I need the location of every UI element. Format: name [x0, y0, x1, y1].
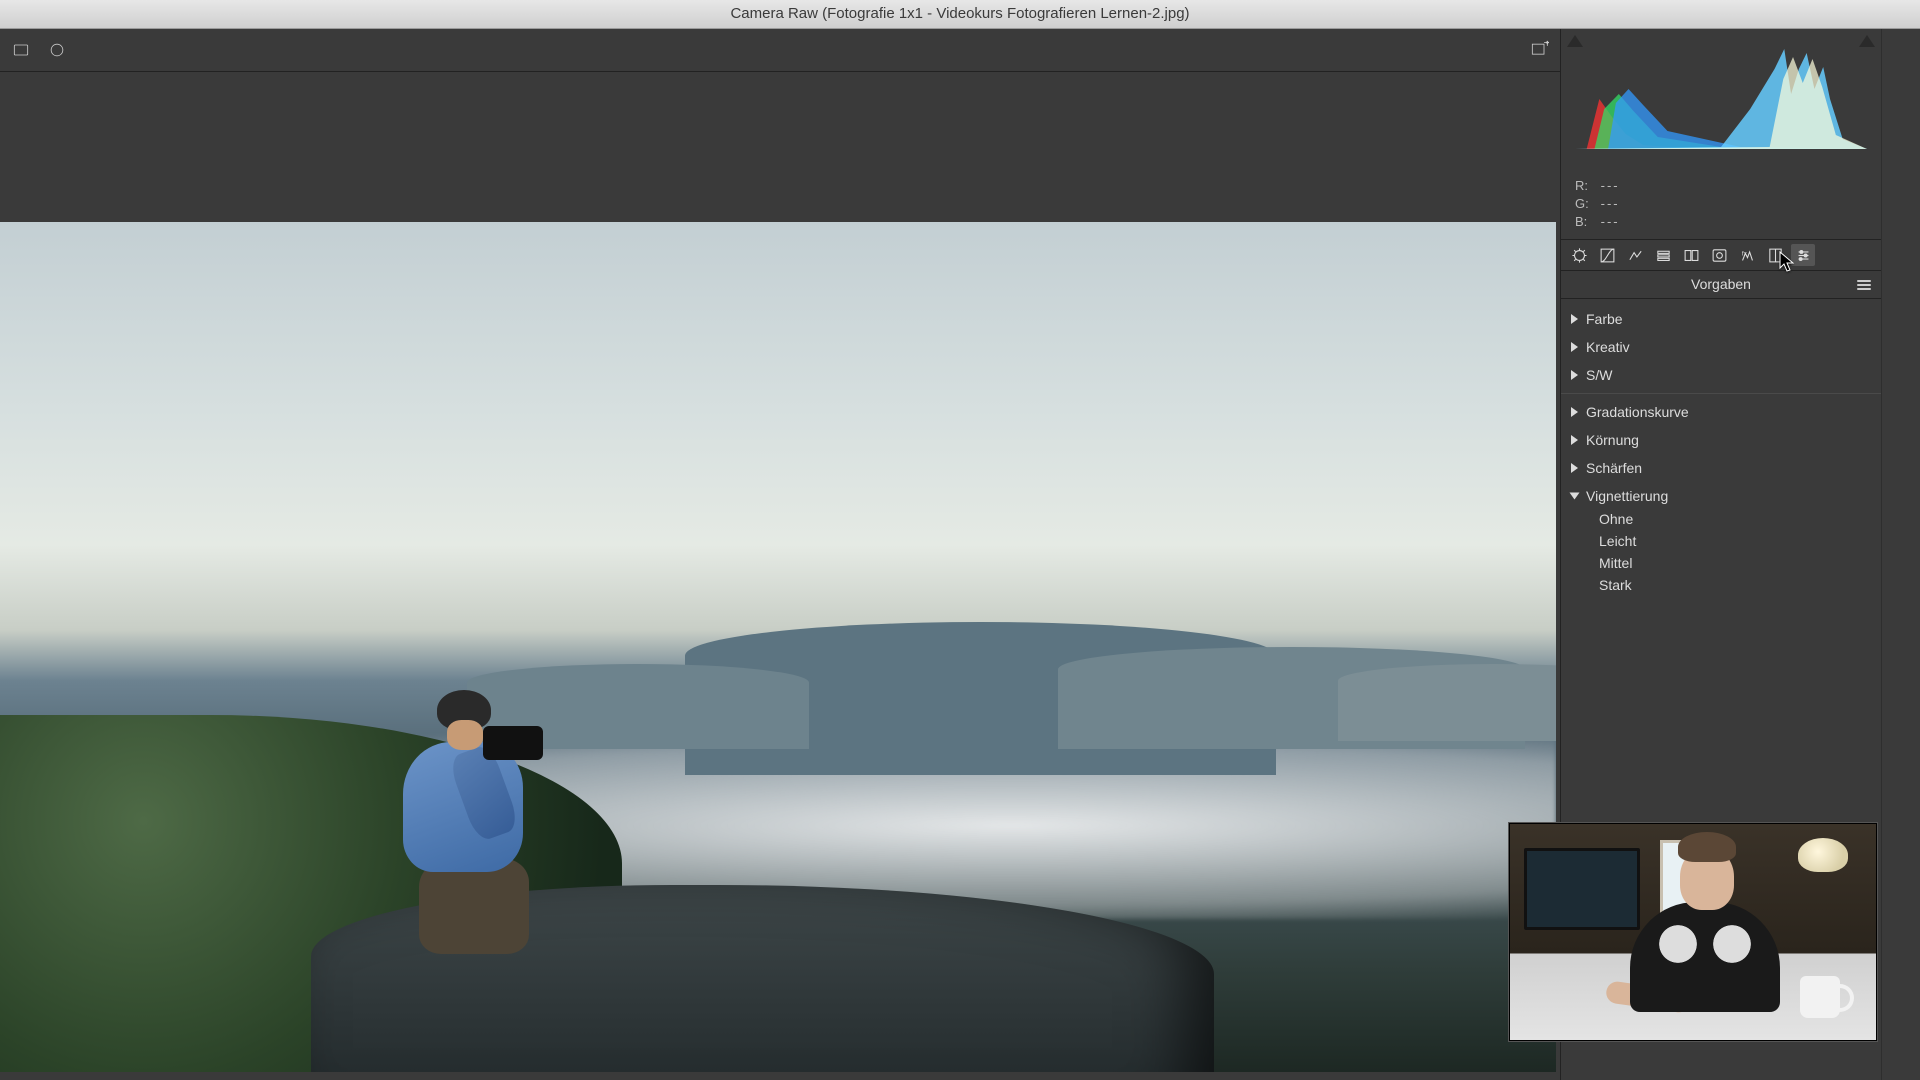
panel-title: Vorgaben — [1691, 276, 1751, 292]
hsl-icon[interactable] — [1651, 244, 1675, 266]
preset-group-header[interactable]: Farbe — [1571, 307, 1871, 331]
preset-group-label: Vignettierung — [1586, 488, 1668, 504]
cycle-view-icon[interactable] — [46, 39, 68, 61]
preset-group-header[interactable]: Gradationskurve — [1571, 400, 1871, 424]
panel-title-bar: Vorgaben — [1561, 271, 1881, 299]
preset-item[interactable]: Stark — [1571, 574, 1871, 596]
preset-group-header[interactable]: Vignettierung — [1571, 484, 1871, 508]
preset-group-label: Körnung — [1586, 432, 1639, 448]
preset-group: Farbe — [1561, 305, 1881, 333]
panel-tabstrip: fx — [1561, 239, 1881, 271]
preset-group-header[interactable]: S/W — [1571, 363, 1871, 387]
window-title: Camera Raw (Fotografie 1x1 - Videokurs F… — [730, 5, 1189, 22]
histogram-graph — [1575, 39, 1867, 149]
preset-group-label: Gradationskurve — [1586, 404, 1689, 420]
preset-group-label: S/W — [1586, 367, 1612, 383]
image-preview[interactable] — [0, 222, 1556, 1072]
svg-text:fx: fx — [1741, 250, 1747, 257]
rgb-g-label: G: — [1575, 195, 1597, 213]
preset-group: Körnung — [1561, 426, 1881, 454]
rgb-readout: R: --- G: --- B: --- — [1561, 173, 1881, 239]
preset-group-header[interactable]: Körnung — [1571, 428, 1871, 452]
preset-item[interactable]: Leicht — [1571, 530, 1871, 552]
rgb-b-value: --- — [1601, 214, 1620, 229]
chevron-right-icon — [1571, 407, 1578, 417]
preset-group: S/W — [1561, 361, 1881, 389]
rgb-r-label: R: — [1575, 177, 1597, 195]
detail-icon[interactable] — [1623, 244, 1647, 266]
effects-icon[interactable]: fx — [1735, 244, 1759, 266]
preview-decoration — [1338, 664, 1556, 741]
preset-group: Gradationskurve — [1561, 393, 1881, 426]
fit-screen-icon[interactable] — [10, 39, 32, 61]
chevron-right-icon — [1571, 342, 1578, 352]
preset-group-header[interactable]: Kreativ — [1571, 335, 1871, 359]
preset-group: Schärfen — [1561, 454, 1881, 482]
preset-group-header[interactable]: Schärfen — [1571, 456, 1871, 480]
preset-item[interactable]: Ohne — [1571, 508, 1871, 530]
chevron-right-icon — [1571, 435, 1578, 445]
chevron-right-icon — [1570, 493, 1580, 500]
editor-center — [0, 29, 1560, 1080]
lens-corrections-icon[interactable] — [1707, 244, 1731, 266]
preset-group: Kreativ — [1561, 333, 1881, 361]
panel-menu-icon[interactable] — [1857, 278, 1871, 290]
image-preview-area[interactable] — [0, 72, 1560, 1080]
rgb-r-value: --- — [1601, 178, 1620, 193]
split-toning-icon[interactable] — [1679, 244, 1703, 266]
top-toolbar — [0, 29, 1560, 72]
right-spacer — [1881, 29, 1920, 1080]
rgb-b-label: B: — [1575, 213, 1597, 231]
webcam-overlay — [1509, 823, 1877, 1041]
window-titlebar: Camera Raw (Fotografie 1x1 - Videokurs F… — [0, 0, 1920, 29]
preset-group-label: Schärfen — [1586, 460, 1642, 476]
chevron-right-icon — [1571, 463, 1578, 473]
preset-item[interactable]: Mittel — [1571, 552, 1871, 574]
preset-group-label: Farbe — [1586, 311, 1623, 327]
preset-group-label: Kreativ — [1586, 339, 1630, 355]
right-panel: R: --- G: --- B: --- fx Vorgaben Farbe Kr… — [1560, 29, 1881, 1080]
histogram[interactable] — [1561, 29, 1881, 173]
rgb-g-value: --- — [1601, 196, 1620, 211]
presets-icon[interactable] — [1791, 244, 1815, 266]
basic-icon[interactable] — [1567, 244, 1591, 266]
tone-curve-icon[interactable] — [1595, 244, 1619, 266]
calibration-icon[interactable] — [1763, 244, 1787, 266]
chevron-right-icon — [1571, 370, 1578, 380]
chevron-right-icon — [1571, 314, 1578, 324]
preview-decoration — [373, 690, 553, 970]
preset-group: Vignettierung OhneLeichtMittelStark — [1561, 482, 1881, 598]
fullscreen-icon[interactable] — [1528, 39, 1550, 61]
